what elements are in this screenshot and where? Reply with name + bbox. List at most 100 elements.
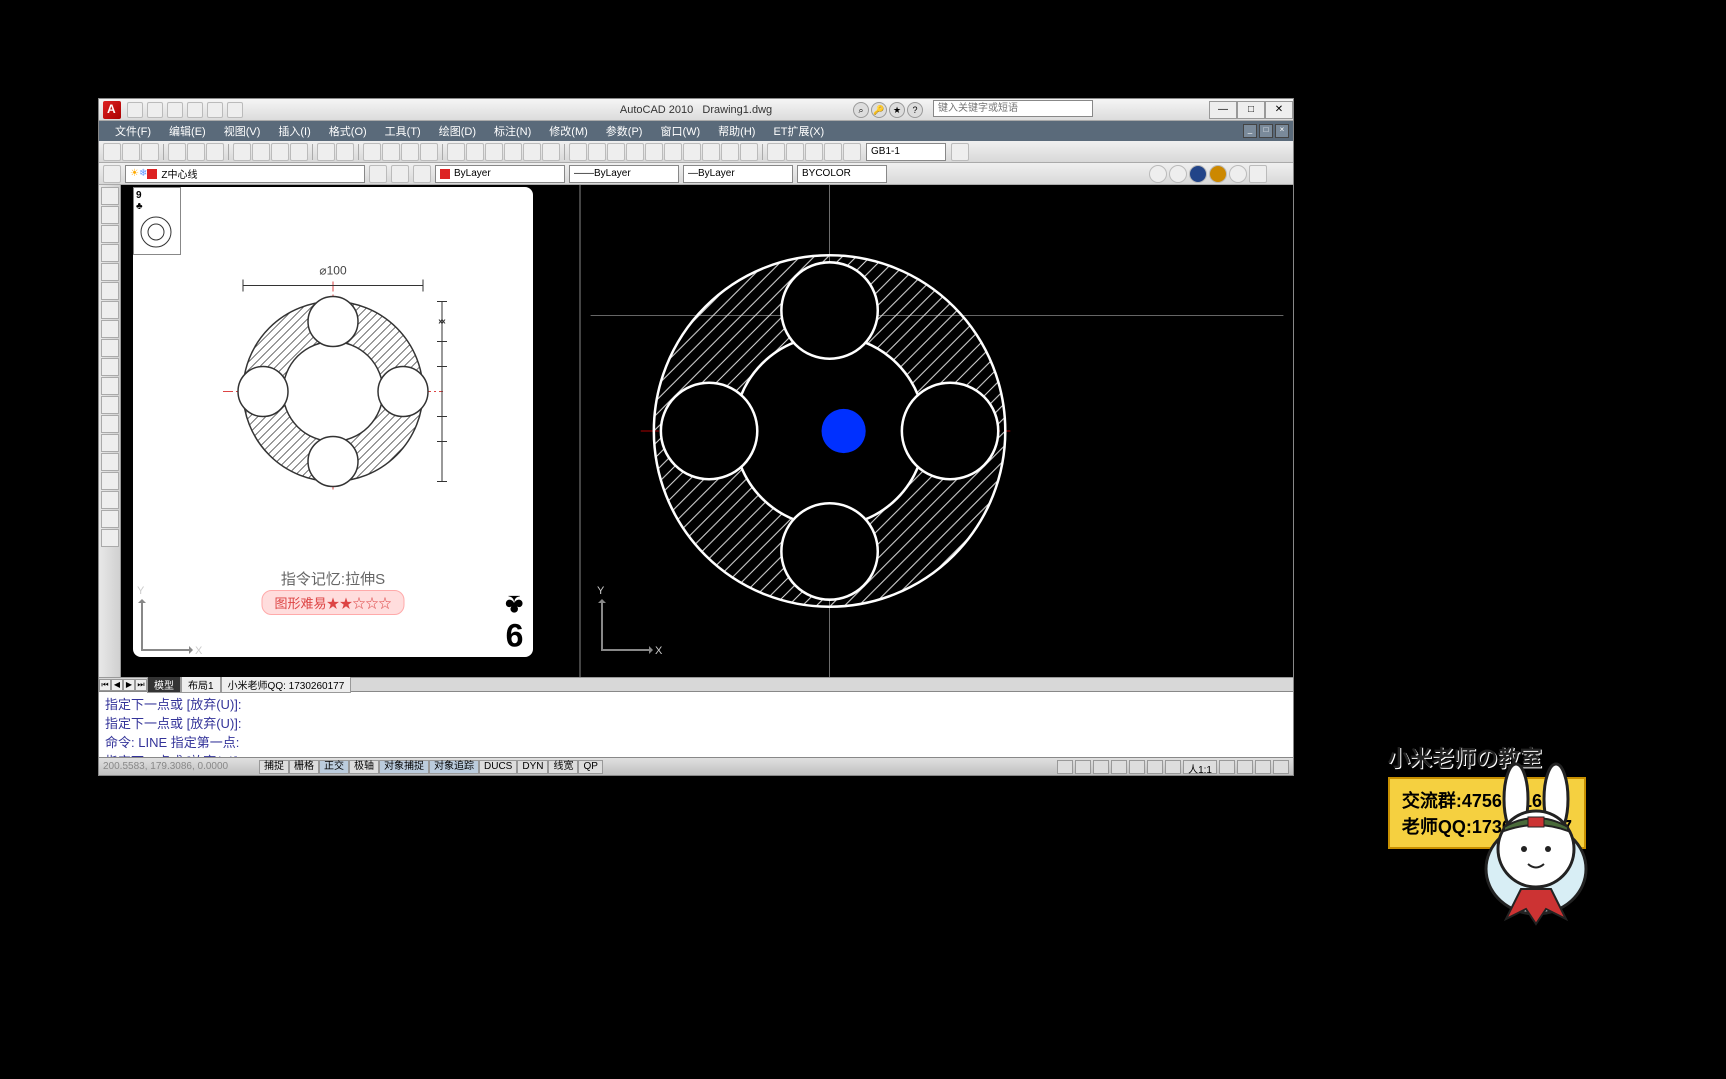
clean-screen-icon[interactable] (1273, 760, 1289, 774)
save-icon[interactable] (167, 102, 183, 118)
toggle-snap[interactable]: 捕捉 (259, 760, 289, 774)
center-mark-icon[interactable] (786, 143, 804, 161)
minimize-button[interactable]: — (1209, 101, 1237, 119)
tab-layout1[interactable]: 布局1 (181, 676, 221, 693)
ellipse-icon[interactable] (101, 358, 119, 376)
tab-layout2[interactable]: 小米老师QQ: 1730260177 (221, 676, 352, 693)
toggle-ortho[interactable]: 正交 (319, 760, 349, 774)
conceptual-icon[interactable] (1229, 165, 1247, 183)
2d-wireframe-icon[interactable] (1149, 165, 1167, 183)
spline-icon[interactable] (101, 339, 119, 357)
markup-icon[interactable] (523, 143, 541, 161)
realistic-icon[interactable] (1209, 165, 1227, 183)
dim-baseline-icon[interactable] (721, 143, 739, 161)
quickcalc-icon[interactable] (542, 143, 560, 161)
command-window[interactable]: 指定下一点或 [放弃(U)]: 指定下一点或 [放弃(U)]: 命令: LINE… (99, 691, 1293, 767)
layer-combo[interactable]: ☀❄ Z中心线 (125, 165, 365, 183)
menu-file[interactable]: 文件(F) (107, 121, 159, 141)
plotstyle-combo[interactable]: BYCOLOR (797, 165, 887, 183)
maximize-button[interactable]: □ (1237, 101, 1265, 119)
open-file-icon[interactable] (122, 143, 140, 161)
point-icon[interactable] (101, 434, 119, 452)
qnew-icon[interactable] (103, 143, 121, 161)
layer-previous-icon[interactable] (369, 165, 387, 183)
circle-icon[interactable] (101, 301, 119, 319)
toggle-polar[interactable]: 极轴 (349, 760, 379, 774)
workspace-switching-icon[interactable] (1237, 760, 1253, 774)
ellipse-arc-icon[interactable] (101, 377, 119, 395)
doc-restore-button[interactable]: □ (1259, 124, 1273, 138)
publish-icon[interactable] (206, 143, 224, 161)
polyline-icon[interactable] (101, 225, 119, 243)
sheet-set-icon[interactable] (504, 143, 522, 161)
pan-status-icon[interactable] (1111, 760, 1127, 774)
insert-block-icon[interactable] (101, 396, 119, 414)
3d-wireframe-icon[interactable] (1169, 165, 1187, 183)
menu-edit[interactable]: 编辑(E) (161, 121, 214, 141)
toggle-lwt[interactable]: 线宽 (548, 760, 578, 774)
help-icon[interactable]: ? (907, 102, 923, 118)
doc-minimize-button[interactable]: _ (1243, 124, 1257, 138)
open-icon[interactable] (147, 102, 163, 118)
tab-first-icon[interactable]: ⏮ (99, 679, 111, 691)
tab-next-icon[interactable]: ▶ (123, 679, 135, 691)
menu-help[interactable]: 帮助(H) (710, 121, 763, 141)
menu-dimension[interactable]: 标注(N) (486, 121, 539, 141)
dim-aligned-icon[interactable] (588, 143, 606, 161)
plot-icon[interactable] (168, 143, 186, 161)
copy-icon[interactable] (252, 143, 270, 161)
undo-icon[interactable] (187, 102, 203, 118)
dim-style-icon[interactable] (951, 143, 969, 161)
model-space-icon[interactable] (1057, 760, 1073, 774)
dim-continue-icon[interactable] (740, 143, 758, 161)
hidden-icon[interactable] (1189, 165, 1207, 183)
search-input[interactable] (933, 100, 1093, 117)
viewport-left[interactable]: 9 ♣ 9 ♣ 9 ♣ (121, 185, 581, 677)
quickview-drawings-icon[interactable] (1093, 760, 1109, 774)
hatch-icon[interactable] (101, 453, 119, 471)
tab-prev-icon[interactable]: ◀ (111, 679, 123, 691)
annotation-scale[interactable]: 人1:1 (1183, 760, 1217, 774)
doc-close-button[interactable]: × (1275, 124, 1289, 138)
close-button[interactable]: ✕ (1265, 101, 1293, 119)
menu-view[interactable]: 视图(V) (216, 121, 269, 141)
polygon-icon[interactable] (101, 244, 119, 262)
revcloud-icon[interactable] (101, 320, 119, 338)
mtext-icon[interactable] (101, 529, 119, 547)
arc-icon[interactable] (101, 282, 119, 300)
tool-palettes-icon[interactable] (485, 143, 503, 161)
line-icon[interactable] (101, 187, 119, 205)
new-icon[interactable] (127, 102, 143, 118)
dim-linear-icon[interactable] (569, 143, 587, 161)
zoom-status-icon[interactable] (1129, 760, 1145, 774)
zoom-realtime-icon[interactable] (382, 143, 400, 161)
dim-diameter-icon[interactable] (664, 143, 682, 161)
toolbar-lock-icon[interactable] (1255, 760, 1271, 774)
star-icon[interactable]: ★ (889, 102, 905, 118)
layer-properties-icon[interactable] (103, 165, 121, 183)
toggle-ducs[interactable]: DUCS (479, 760, 517, 774)
redo-tb-icon[interactable] (336, 143, 354, 161)
print-icon[interactable] (227, 102, 243, 118)
gradient-icon[interactable] (101, 472, 119, 490)
rectangle-icon[interactable] (101, 263, 119, 281)
paste-icon[interactable] (271, 143, 289, 161)
toggle-qp[interactable]: QP (578, 760, 602, 774)
undo-tb-icon[interactable] (317, 143, 335, 161)
showmotion-icon[interactable] (1165, 760, 1181, 774)
linetype-combo[interactable]: —— ByLayer (569, 165, 679, 183)
design-center-icon[interactable] (466, 143, 484, 161)
tab-model[interactable]: 模型 (147, 676, 181, 693)
steering-wheel-icon[interactable] (1147, 760, 1163, 774)
dim-update-icon[interactable] (843, 143, 861, 161)
region-icon[interactable] (101, 491, 119, 509)
toggle-grid[interactable]: 栅格 (289, 760, 319, 774)
xline-icon[interactable] (101, 206, 119, 224)
zoom-previous-icon[interactable] (420, 143, 438, 161)
menu-tools[interactable]: 工具(T) (377, 121, 429, 141)
toggle-otrack[interactable]: 对象追踪 (429, 760, 479, 774)
menu-et[interactable]: ET扩展(X) (765, 121, 832, 141)
annotation-visibility-icon[interactable] (1219, 760, 1235, 774)
viewport-right[interactable]: Y X (581, 185, 1293, 677)
color-combo[interactable]: ByLayer (435, 165, 565, 183)
